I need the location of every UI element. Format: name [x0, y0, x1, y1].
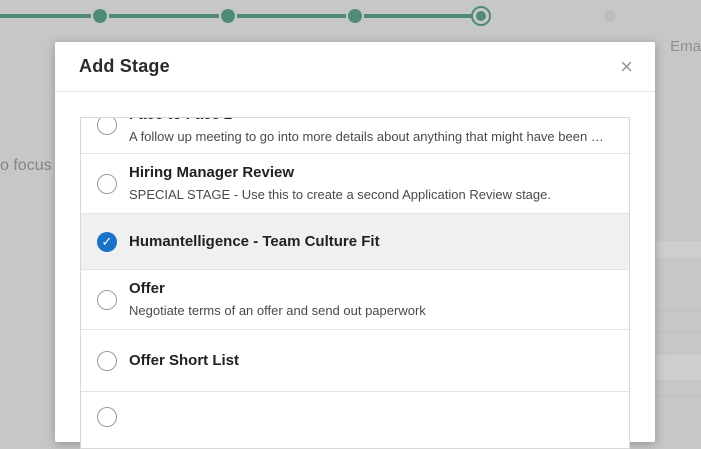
background-table-divider — [656, 310, 701, 311]
stage-option-row[interactable]: Offer Short List — [81, 329, 629, 391]
stage-title: Offer — [129, 279, 629, 299]
background-page-text: o focus — [0, 157, 52, 175]
stage-text: Offer Short List — [129, 351, 629, 371]
stage-text: Face to Face 2 A follow up meeting to go … — [129, 117, 629, 146]
stage-text: Humantelligence - Team Culture Fit — [129, 232, 629, 252]
radio-unchecked-icon[interactable] — [97, 174, 117, 194]
stage-title: Hiring Manager Review — [129, 163, 629, 183]
stepper-step-upcoming — [604, 10, 616, 22]
stage-title: Offer Short List — [129, 351, 629, 371]
stepper-step-current-dot — [476, 11, 486, 21]
stage-option-list: Face to Face 2 A follow up meeting to go … — [80, 117, 630, 449]
stage-description: Negotiate terms of an offer and send out… — [129, 301, 629, 320]
background-table-row-hint — [656, 241, 701, 258]
background-table-row-hint — [656, 355, 701, 380]
radio-checked-icon[interactable]: ✓ — [97, 232, 117, 252]
modal-title: Add Stage — [79, 56, 170, 77]
add-stage-modal: Add Stage × Face to Face 2 A follow up me… — [55, 42, 655, 442]
stage-option-row[interactable]: Offer Negotiate terms of an offer and sen… — [81, 269, 629, 329]
stepper-step-complete — [348, 9, 362, 23]
modal-body: Face to Face 2 A follow up meeting to go … — [55, 92, 655, 449]
background-table-divider — [656, 395, 701, 396]
radio-unchecked-icon[interactable] — [97, 351, 117, 371]
stage-option-row[interactable]: ✓ Humantelligence - Team Culture Fit — [81, 213, 629, 269]
radio-unchecked-icon[interactable] — [97, 290, 117, 310]
background-table-divider — [656, 331, 701, 332]
stage-description: A follow up meeting to go into more deta… — [129, 127, 629, 146]
stepper-step-complete — [221, 9, 235, 23]
stage-title: Face to Face 2 — [129, 117, 629, 125]
modal-header: Add Stage × — [55, 42, 655, 92]
background-column-header: Ema — [670, 38, 701, 55]
stage-description: SPECIAL STAGE - Use this to create a sec… — [129, 185, 629, 204]
close-icon[interactable]: × — [620, 56, 633, 78]
radio-unchecked-icon[interactable] — [97, 117, 117, 135]
stage-title: Humantelligence - Team Culture Fit — [129, 232, 629, 252]
stage-option-row[interactable]: Face to Face 2 A follow up meeting to go … — [81, 117, 629, 153]
stepper-step-complete — [93, 9, 107, 23]
stage-option-row[interactable] — [81, 391, 629, 441]
stage-option-row[interactable]: Hiring Manager Review SPECIAL STAGE - Use… — [81, 153, 629, 213]
stage-text: Offer Negotiate terms of an offer and sen… — [129, 279, 629, 320]
progress-stepper — [0, 0, 701, 32]
stage-text: Hiring Manager Review SPECIAL STAGE - Use… — [129, 163, 629, 204]
background-table-divider — [656, 381, 701, 382]
